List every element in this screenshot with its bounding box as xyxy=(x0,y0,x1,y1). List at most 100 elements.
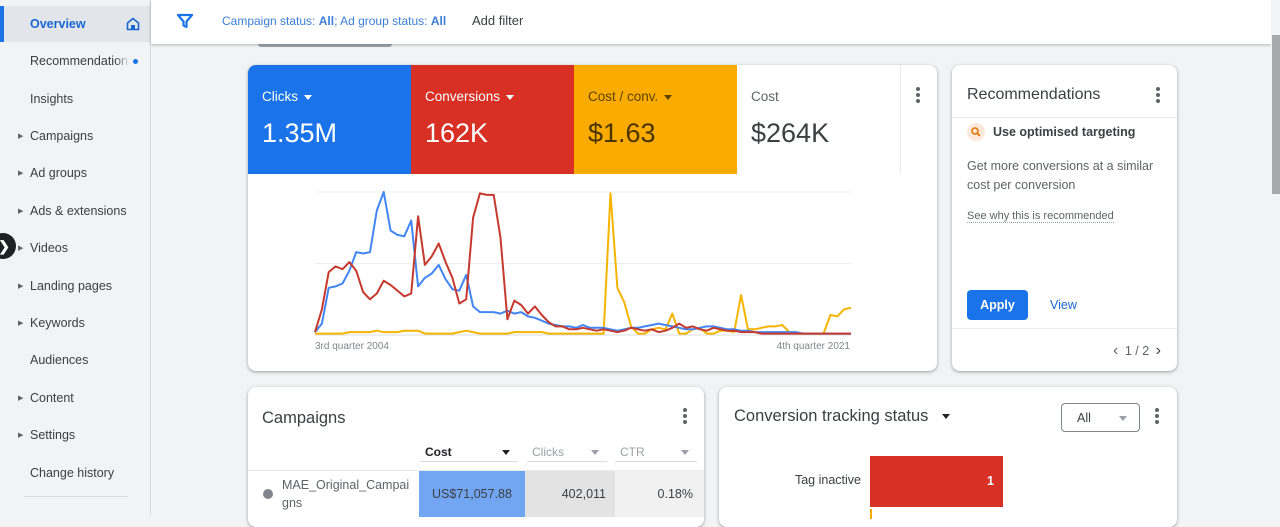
sort-caret-icon xyxy=(502,450,510,455)
column-header-cost[interactable]: Cost xyxy=(420,444,518,462)
sidebar-item-settings[interactable]: ▶ Settings xyxy=(0,417,150,453)
recommendation-description: Get more conversions at a similar cost p… xyxy=(967,159,1154,192)
expand-arrow-icon: ▶ xyxy=(18,245,24,252)
add-filter-button[interactable]: Add filter xyxy=(472,13,523,28)
sidebar-item-landing-pages[interactable]: ▶ Landing pages xyxy=(0,268,150,304)
sidebar-item-label: Change history xyxy=(30,466,115,480)
more-options-icon[interactable] xyxy=(916,87,920,105)
more-options-icon[interactable] xyxy=(683,408,687,426)
x-axis-end-label: 4th quarter 2021 xyxy=(776,341,850,352)
campaign-name[interactable]: MAE_Original_Campai gns xyxy=(282,471,412,517)
metric-label-text: Cost / conv. xyxy=(588,89,659,104)
recommendations-card: Recommendations Use optimised targeting … xyxy=(952,65,1177,371)
column-header-clicks[interactable]: Clicks xyxy=(527,444,607,462)
cost-cell: US$71,057.88 xyxy=(419,471,525,517)
metric-tile-cost[interactable]: Cost $264K xyxy=(737,65,900,174)
metric-divider xyxy=(900,65,901,174)
sidebar-item-label: Content xyxy=(30,391,74,405)
conversion-tracking-title[interactable]: Conversion tracking status xyxy=(734,407,951,426)
sidebar-item-videos[interactable]: ▶ Videos xyxy=(0,230,150,266)
apply-button[interactable]: Apply xyxy=(967,290,1028,320)
expand-arrow-icon: ▶ xyxy=(18,170,24,177)
sidebar-item-recommendations[interactable]: Recommendations xyxy=(0,43,150,79)
sidebar-item-label: Landing pages xyxy=(30,279,113,293)
view-link[interactable]: View xyxy=(1050,298,1077,312)
dropdown-caret-icon xyxy=(681,450,689,455)
next-page-icon[interactable]: › xyxy=(1156,342,1161,359)
bar-label: Tag inactive xyxy=(794,473,861,487)
sidebar-item-campaigns[interactable]: ▶ Campaigns xyxy=(0,118,150,154)
search-icon xyxy=(967,123,985,141)
metric-value: $264K xyxy=(751,118,830,148)
sidebar-item-ads-extensions[interactable]: ▶ Ads & extensions xyxy=(0,193,150,229)
expand-arrow-icon: ▶ xyxy=(18,208,24,215)
performance-card: Clicks 1.35M Conversions 162K Cost / conv. $1… xyxy=(248,65,937,371)
campaigns-title: Campaigns xyxy=(262,409,346,427)
x-axis-start-label: 3rd quarter 2004 xyxy=(315,341,389,352)
metric-tile-cost-conv[interactable]: Cost / conv. $1.63 xyxy=(574,65,737,174)
scrollbar-thumb[interactable] xyxy=(1272,35,1280,194)
metric-label-text: Clicks xyxy=(262,89,298,104)
more-options-icon[interactable] xyxy=(1156,87,1160,105)
chevron-right-icon: ❯ xyxy=(0,238,10,255)
sidebar-item-insights[interactable]: Insights xyxy=(0,81,150,117)
sidebar-item-label: Keywords xyxy=(30,316,85,330)
sidebar-item-audiences[interactable]: Audiences xyxy=(0,342,150,378)
recommendations-title: Recommendations xyxy=(967,86,1101,103)
metric-value: 162K xyxy=(425,118,489,148)
metric-tile-conversions[interactable]: Conversions 162K xyxy=(411,65,574,174)
bar-value: 1 xyxy=(987,474,994,488)
see-why-link[interactable]: See why this is recommended xyxy=(967,210,1114,223)
sidebar-nav: Overview Recommendations Insights ▶ Campaign… xyxy=(0,0,151,515)
sidebar-item-label: Audiences xyxy=(30,353,89,367)
sidebar-item-label: Campaigns xyxy=(30,129,94,143)
sidebar-item-label: Ad groups xyxy=(30,166,87,180)
sidebar-item-ad-groups[interactable]: ▶ Ad groups xyxy=(0,155,150,191)
sidebar-item-keywords[interactable]: ▶ Keywords xyxy=(0,305,150,341)
recommendation-title[interactable]: Use optimised targeting xyxy=(993,125,1135,139)
expand-arrow-icon: ▶ xyxy=(18,283,24,290)
divider xyxy=(952,328,1177,329)
table-row[interactable]: MAE_Original_Campai gns US$71,057.88 402… xyxy=(248,470,704,517)
campaign-status-value: All xyxy=(318,14,335,28)
nav-divider xyxy=(24,496,128,497)
sidebar-item-label: Settings xyxy=(30,428,76,442)
adgroup-status-label: Ad group status: xyxy=(340,14,431,28)
notification-dot xyxy=(133,59,138,64)
dropdown-caret-icon xyxy=(942,414,951,420)
metric-value: 1.35M xyxy=(262,118,338,148)
previous-page-icon[interactable]: ‹ xyxy=(1113,342,1118,359)
more-options-icon[interactable] xyxy=(1155,408,1159,426)
sidebar-item-label: Overview xyxy=(30,17,86,31)
metric-label: Conversions xyxy=(425,89,515,104)
metric-label: Cost xyxy=(751,89,779,104)
ctr-cell: 0.18% xyxy=(615,471,704,517)
sidebar-item-overview[interactable]: Overview xyxy=(0,6,150,42)
bar-tag-inactive[interactable]: 1 xyxy=(870,456,1003,507)
metric-value: $1.63 xyxy=(588,118,656,148)
page-indicator: 1 / 2 xyxy=(1124,344,1150,358)
filter-bar: Campaign status: All; Ad group status: A… xyxy=(151,0,1271,44)
dropdown-caret-icon xyxy=(1119,416,1127,421)
expand-arrow-icon: ▶ xyxy=(18,395,24,402)
metric-label-text: Conversions xyxy=(425,89,501,104)
column-header-ctr[interactable]: CTR xyxy=(615,444,697,462)
expand-arrow-icon: ▶ xyxy=(18,320,24,327)
divider xyxy=(952,117,1177,118)
dropdown-caret-icon xyxy=(591,450,599,455)
series-line-clicks xyxy=(314,191,851,335)
metric-tile-clicks[interactable]: Clicks 1.35M xyxy=(248,65,411,174)
campaign-status-label: Campaign status: xyxy=(222,14,319,28)
dropdown-caret-icon xyxy=(664,94,673,100)
dropdown-caret-icon xyxy=(506,94,515,100)
tab-indicator xyxy=(258,44,392,47)
sidebar-item-content[interactable]: ▶ Content xyxy=(0,380,150,416)
sidebar-item-label: Insights xyxy=(30,92,74,106)
filter-icon[interactable] xyxy=(177,13,193,29)
metric-label: Clicks xyxy=(262,89,312,104)
active-filters[interactable]: Campaign status: All; Ad group status: A… xyxy=(222,14,446,28)
sidebar-item-label: Ads & extensions xyxy=(30,204,127,218)
sidebar-item-change-history[interactable]: Change history xyxy=(0,455,150,491)
campaigns-card: Campaigns Cost Clicks CTR MAE_Original_C… xyxy=(248,387,704,527)
status-filter-select[interactable]: All xyxy=(1061,403,1140,432)
